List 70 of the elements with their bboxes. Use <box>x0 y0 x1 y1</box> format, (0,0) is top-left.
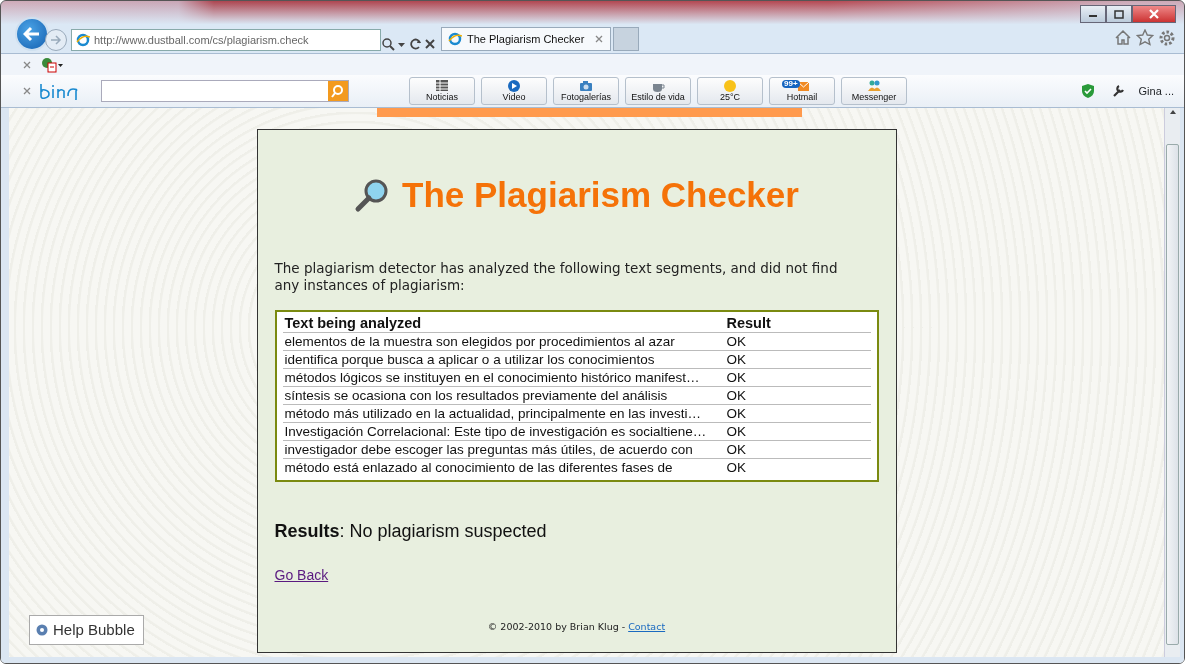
close-icon[interactable] <box>594 34 604 44</box>
play-icon <box>506 79 522 93</box>
grid-icon <box>434 79 450 93</box>
table-cell: OK <box>724 404 871 423</box>
intro-text: The plagiarism detector has analyzed the following text segments, and did not find any instances of plagiarism: <box>274 260 839 294</box>
table-cell: OK <box>724 332 871 351</box>
user-name[interactable]: Gina ... <box>1138 82 1174 100</box>
toolbar-button[interactable]: Messenger <box>841 77 907 105</box>
minimize-button[interactable] <box>1080 5 1106 23</box>
close-icon[interactable] <box>23 87 31 95</box>
table-cell: OK <box>724 458 871 476</box>
forward-arrow-icon <box>50 35 62 45</box>
close-icon[interactable] <box>423 37 437 51</box>
table-cell: elementos de la muestra son elegidos por procedimientos al azar <box>282 332 725 351</box>
back-arrow-icon <box>23 26 41 42</box>
maximize-icon <box>1114 9 1124 19</box>
browser-logo-icon <box>448 32 462 46</box>
address-bar[interactable]: http://www.dustball.com/cs/plagiarism.check <box>71 29 381 51</box>
people-icon <box>866 79 882 93</box>
contact-link[interactable]: Contact <box>628 619 666 634</box>
table-cell: OK <box>724 350 871 369</box>
table-cell: investigador debe escoger las preguntas más útiles, de acuerdo con <box>282 440 725 459</box>
toolbar-button[interactable]: Estilo de vida <box>625 77 691 105</box>
shield-icon[interactable] <box>1080 83 1095 99</box>
toolbar-button[interactable]: Hotmail 99+ <box>769 77 835 105</box>
web-page-pdf-icon[interactable] <box>41 56 63 73</box>
forward-button[interactable] <box>45 29 67 51</box>
table-cell: métodos lógicos se instituyen en el conocimiento histórico manifest… <box>282 368 725 387</box>
home-icon[interactable] <box>1114 29 1132 47</box>
sun-icon <box>722 79 738 93</box>
table-cell: Investigación Correlacional: Este tipo de investigación es socialtiene… <box>282 422 725 441</box>
table-cell: método está enlazado al conocimiento de las diferentes fases de <box>282 458 725 476</box>
table-cell: OK <box>724 422 871 441</box>
back-button[interactable] <box>15 17 49 51</box>
search-icon[interactable] <box>381 37 395 51</box>
close-icon <box>1149 9 1159 19</box>
column-header: Text being analyzed <box>282 314 725 333</box>
table-cell: OK <box>724 386 871 405</box>
search-field[interactable] <box>101 80 349 102</box>
help-icon <box>36 623 48 636</box>
maximize-button[interactable] <box>1106 5 1132 23</box>
column-header: Result <box>724 314 871 333</box>
star-icon[interactable] <box>1136 29 1154 47</box>
tab-title: The Plagiarism Checker <box>467 31 586 47</box>
browser-tab[interactable]: The Plagiarism Checker <box>441 27 611 51</box>
page-title: The Plagiarism Checker <box>402 174 799 216</box>
toolbar-button[interactable]: Fotogalerías <box>553 77 619 105</box>
table-cell: OK <box>724 368 871 387</box>
browser-logo-icon <box>76 33 90 47</box>
results-text: Results: No plagiarism suspected <box>274 519 548 543</box>
settings-icon[interactable] <box>1158 29 1176 47</box>
search-button[interactable] <box>328 81 348 101</box>
toolbar-button[interactable]: Video <box>481 77 547 105</box>
url-text: http://www.dustball.com/cs/plagiarism.check <box>94 32 309 48</box>
close-window-button[interactable] <box>1132 5 1176 23</box>
refresh-icon[interactable] <box>409 37 423 51</box>
go-back-link[interactable]: Go Back <box>274 566 329 583</box>
table-cell: síntesis se ocasiona con los resultados previamente del análisis <box>282 386 725 405</box>
scroll-thumb[interactable] <box>1166 144 1179 645</box>
scrollbar[interactable] <box>1164 108 1180 657</box>
copyright-text: © 2002-2010 by Brian Klug - <box>487 619 626 634</box>
toolbar-button[interactable]: 25°C <box>697 77 763 105</box>
count-badge: 99+ <box>782 80 800 88</box>
camera-icon <box>578 79 594 93</box>
search-icon <box>331 84 345 98</box>
table-cell: OK <box>724 440 871 459</box>
toolbar-button[interactable]: Noticias <box>409 77 475 105</box>
table-cell: método más utilizado en la actualidad, principalmente en las investi… <box>282 404 725 423</box>
help-button[interactable]: Help Bubble <box>29 614 144 645</box>
table-cell: identifica porque busca a aplicar o a utilizar los conocimientos <box>282 350 725 369</box>
